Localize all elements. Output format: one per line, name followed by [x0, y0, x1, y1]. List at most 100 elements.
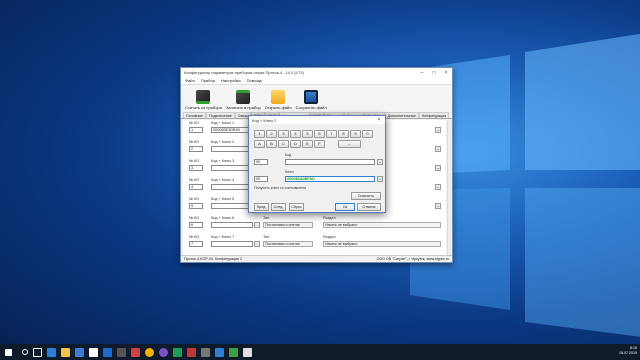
key-field[interactable]: [211, 203, 253, 209]
cancel-button[interactable]: Отмена: [357, 203, 381, 211]
key-f-button[interactable]: F: [314, 140, 325, 148]
app-icon[interactable]: [215, 347, 224, 357]
key-row: № КО 6 Код + Ключ 6 … Тип Постановка и с…: [187, 216, 442, 236]
key-0-button[interactable]: 0: [362, 130, 373, 138]
key-field[interactable]: [211, 241, 253, 247]
ko-number-field[interactable]: 1: [189, 127, 203, 133]
code-dropdown-arrow[interactable]: ⌄: [377, 159, 383, 165]
ko-number-field[interactable]: 6: [189, 222, 203, 228]
section-dropdown-arrow[interactable]: ⌄: [435, 127, 441, 133]
app-icon[interactable]: [103, 347, 112, 357]
prev-button[interactable]: Пред.: [254, 203, 269, 211]
key-label: Код + Ключ 1: [211, 121, 235, 125]
status-vendor: ООО ОВ "Сигран", г. Иркутск, www.sigran.…: [376, 257, 449, 261]
key-6-button[interactable]: 6: [314, 130, 325, 138]
code-field[interactable]: [285, 159, 375, 165]
save-file-button[interactable]: Сохранить файл: [296, 90, 327, 110]
key-2-button[interactable]: 2: [266, 130, 277, 138]
section-dropdown[interactable]: Начать не выбрано: [323, 241, 441, 247]
menu-file[interactable]: Файл: [185, 78, 195, 83]
read-device-button[interactable]: Считать из прибора: [185, 90, 222, 110]
search-icon[interactable]: [22, 349, 28, 355]
section-dropdown-arrow[interactable]: ⌄: [435, 203, 441, 209]
menu-device[interactable]: Прибор: [201, 78, 215, 83]
key-8-button[interactable]: 8: [338, 130, 349, 138]
key-edit-button[interactable]: …: [254, 241, 260, 247]
main-titlebar: Конфигуратор параметров приборов серии П…: [181, 68, 452, 77]
key-field[interactable]: [211, 184, 253, 190]
close-button[interactable]: ×: [440, 70, 452, 76]
key-a-button[interactable]: A: [254, 140, 265, 148]
tab-config[interactable]: Конфигурация: [419, 112, 450, 118]
key-value-field[interactable]: 000083A0BFAD: [285, 176, 375, 182]
store-icon[interactable]: [75, 347, 84, 357]
key-1-button[interactable]: 1: [254, 130, 265, 138]
menu-help[interactable]: Помощь: [247, 78, 262, 83]
app-icon[interactable]: [187, 347, 196, 357]
tab-extra[interactable]: Дополнительные: [384, 112, 420, 118]
calculator-icon[interactable]: [117, 347, 126, 357]
ko-number-field[interactable]: 3: [189, 165, 203, 171]
ko-number-field[interactable]: 7: [189, 241, 203, 247]
backspace-button[interactable]: ←: [338, 140, 361, 148]
key-3-button[interactable]: 3: [278, 130, 289, 138]
key-edit-button[interactable]: …: [254, 222, 260, 228]
key-prefix-field[interactable]: 00: [254, 176, 268, 182]
code-prefix-field[interactable]: 00: [254, 159, 268, 165]
next-button[interactable]: След.: [271, 203, 286, 211]
clock[interactable]: 8:16 15.07.2019: [619, 346, 637, 356]
type-dropdown[interactable]: Постановка и снятие: [263, 222, 313, 228]
file-explorer-icon[interactable]: [61, 347, 70, 357]
status-device: Проток-4-KOP-04, Конфигурация 2: [184, 257, 242, 261]
chrome-icon[interactable]: [145, 347, 154, 357]
clock-date: 15.07.2019: [619, 351, 637, 355]
key-5-button[interactable]: 5: [302, 130, 313, 138]
tab-connection[interactable]: Подключение: [206, 112, 235, 118]
open-file-button[interactable]: Открыть файл: [265, 90, 292, 110]
start-button-icon[interactable]: [5, 348, 12, 356]
write-device-button[interactable]: Записать в прибор: [226, 90, 261, 110]
app-icon[interactable]: [243, 347, 252, 357]
minimize-button[interactable]: –: [416, 70, 428, 76]
key-9-button[interactable]: 9: [350, 130, 361, 138]
section-dropdown[interactable]: Начать не выбрано: [323, 222, 441, 228]
menu-settings[interactable]: Настройка: [221, 78, 241, 83]
status-bar: Проток-4-KOP-04, Конфигурация 2 ООО ОВ "…: [181, 255, 452, 262]
vertical-scrollbar[interactable]: [447, 120, 452, 256]
edge-icon[interactable]: [47, 347, 56, 357]
app-icon[interactable]: [229, 347, 238, 357]
key-field[interactable]: [211, 146, 253, 152]
key-e-button[interactable]: E: [302, 140, 313, 148]
taskbar: 8:16 15.07.2019: [0, 344, 640, 360]
viber-icon[interactable]: [159, 347, 168, 357]
tab-main[interactable]: Основные: [183, 112, 207, 118]
maximize-button[interactable]: □: [428, 70, 440, 76]
ok-button[interactable]: Ок: [335, 203, 355, 211]
app-icon[interactable]: [201, 347, 210, 357]
ko-label: № КО: [189, 216, 200, 220]
section-dropdown-arrow[interactable]: ⌄: [435, 165, 441, 171]
clear-button[interactable]: Очистить: [351, 192, 381, 200]
key-d-button[interactable]: D: [290, 140, 301, 148]
task-view-icon[interactable]: [33, 347, 42, 357]
ko-number-field[interactable]: 5: [189, 203, 203, 209]
key-field[interactable]: [211, 165, 253, 171]
key-field[interactable]: 000083E3DB90: [211, 127, 253, 133]
ko-number-field[interactable]: 4: [189, 184, 203, 190]
app-icon[interactable]: [173, 347, 182, 357]
section-dropdown-arrow[interactable]: ⌄: [435, 184, 441, 190]
key-c-button[interactable]: C: [278, 140, 289, 148]
mail-icon[interactable]: [89, 347, 98, 357]
dialog-close-button[interactable]: ×: [373, 117, 385, 123]
ko-label: № КО: [189, 121, 200, 125]
key-dropdown-arrow[interactable]: ⌄: [377, 176, 383, 182]
key-field[interactable]: [211, 222, 253, 228]
reset-button[interactable]: Сброс: [289, 203, 304, 211]
key-b-button[interactable]: B: [266, 140, 277, 148]
key-7-button[interactable]: 7: [326, 130, 337, 138]
app-icon[interactable]: [131, 347, 140, 357]
ko-number-field[interactable]: 2: [189, 146, 203, 152]
key-4-button[interactable]: 4: [290, 130, 301, 138]
section-dropdown-arrow[interactable]: ⌄: [435, 146, 441, 152]
type-dropdown[interactable]: Постановка и снятие: [263, 241, 313, 247]
